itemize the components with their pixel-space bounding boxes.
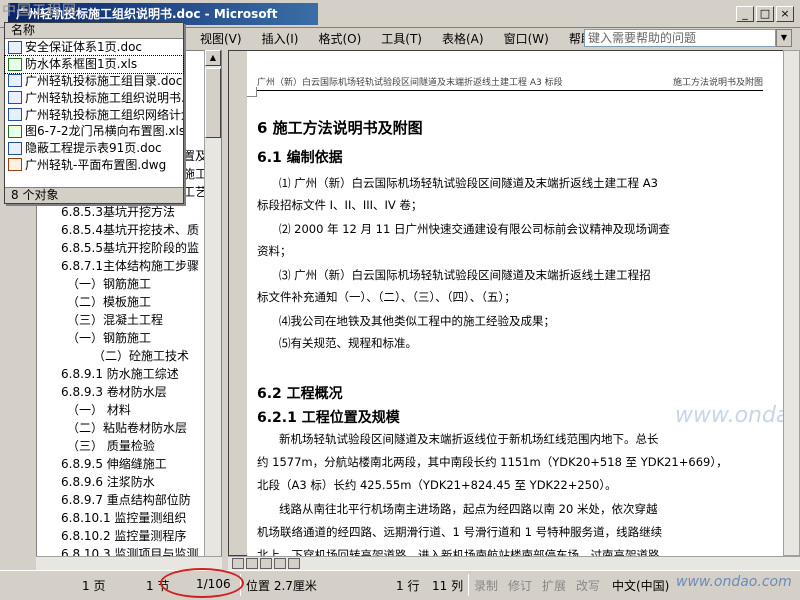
- menu-table[interactable]: 表格(A): [432, 30, 494, 47]
- word-doc-icon: [8, 40, 22, 54]
- body-text: 线路从南往北平行机场南主进场路，起点为经四路以南 20 米处，依次穿越: [279, 502, 658, 516]
- chevron-down-icon[interactable]: ▼: [776, 29, 792, 47]
- file-item[interactable]: 图6-7-2龙门吊横向布置图.xls: [5, 123, 183, 140]
- status-column: 11 列: [432, 579, 464, 593]
- menu-window[interactable]: 窗口(W): [494, 30, 559, 47]
- reading-view-icon[interactable]: [288, 558, 300, 569]
- nav-item[interactable]: 6.8.9.6 注浆防水: [61, 473, 155, 490]
- status-overtype[interactable]: 改写: [576, 577, 600, 594]
- body-text: ⑷我公司在地铁及其他类似工程中的施工经验及成果；: [279, 314, 555, 328]
- page-header-right: 施工方法说明书及附图: [672, 78, 763, 88]
- page-header-left: 广州（新）白云国际机场轻轨试验段区间隧道及末端折返线土建工程 A3 标段: [257, 78, 563, 88]
- body-text: ⑴ 广州（新）白云国际机场轻轨试验段区间隧道及末端折返线土建工程 A3: [279, 176, 658, 190]
- body-text: 北段（A3 标）长约 425.55m（YDK21+824.45 至 YDK22+…: [257, 478, 617, 492]
- nav-item[interactable]: （一）钢筋施工: [67, 275, 151, 292]
- scroll-up-icon[interactable]: ▲: [205, 50, 221, 66]
- document-horizontal-scrollbar[interactable]: [228, 556, 800, 570]
- status-record[interactable]: 录制: [474, 577, 498, 594]
- maximize-button[interactable]: □: [756, 6, 774, 22]
- nav-item[interactable]: 6.8.9.1 防水施工综述: [61, 365, 179, 382]
- word-doc-icon: [8, 91, 22, 105]
- menu-format[interactable]: 格式(O): [308, 30, 371, 47]
- body-text: 资料；: [257, 244, 292, 258]
- word-doc-icon: [8, 141, 22, 155]
- nav-item[interactable]: 6.8.9.5 伸缩缝施工: [61, 455, 167, 472]
- nav-item[interactable]: （二）粘贴卷材防水层: [67, 419, 187, 436]
- document-vertical-scrollbar[interactable]: [783, 50, 800, 556]
- nav-item[interactable]: （二）模板施工: [67, 293, 151, 310]
- body-text: ⑶ 广州（新）白云国际机场轻轨试验段区间隧道及末端折返线土建工程招: [279, 268, 651, 282]
- heading-6: 6 施工方法说明书及附图: [257, 119, 423, 137]
- status-line: 1 行: [396, 579, 420, 593]
- file-item[interactable]: 广州轻轨-平面布置图.dwg: [5, 157, 183, 174]
- page-watermark: www.ondao.com: [675, 403, 783, 428]
- vertical-ruler: [229, 51, 249, 555]
- nav-item[interactable]: 6.8.9.7 重点结构部位防: [61, 491, 191, 508]
- excel-file-icon: [8, 57, 22, 71]
- menu-insert[interactable]: 插入(I): [252, 30, 309, 47]
- word-doc-icon: [8, 108, 22, 122]
- file-item-selected[interactable]: 防水体系框图1页.xls: [4, 54, 184, 74]
- nav-vertical-scrollbar[interactable]: ▲: [204, 50, 221, 556]
- document-area: 广州（新）白云国际机场轻轨试验段区间隧道及末端折返线土建工程 A3 标段 施工方…: [228, 50, 783, 557]
- file-list-popup: 名称 安全保证体系1页.doc 防水体系框图1页.xls 广州轻轨投标施工组目录…: [4, 22, 184, 204]
- close-button[interactable]: ×: [776, 6, 794, 22]
- scroll-thumb[interactable]: [205, 68, 221, 138]
- nav-item[interactable]: 6.8.5.5基坑开挖阶段的监: [61, 239, 199, 256]
- heading-6-1: 6.1 编制依据: [257, 150, 343, 166]
- file-item[interactable]: 广州轻轨投标施工组织网络计划.doc: [5, 106, 183, 123]
- status-page: 1 页: [82, 579, 106, 593]
- nav-item[interactable]: 6.8.9.3 卷材防水层: [61, 383, 167, 400]
- web-view-icon[interactable]: [246, 558, 258, 569]
- corner-mark: [247, 87, 257, 97]
- body-text: 标文件补充通知（一）、（二）、（三）、（四）、（五）；: [257, 290, 516, 304]
- nav-item[interactable]: 6.8.7.1主体结构施工步骤: [61, 257, 199, 274]
- page-header: 广州（新）白云国际机场轻轨试验段区间隧道及末端折返线土建工程 A3 标段 施工方…: [257, 75, 763, 91]
- print-view-icon[interactable]: [260, 558, 272, 569]
- nav-item[interactable]: （三） 质量检验: [67, 437, 155, 454]
- status-track-changes[interactable]: 修订: [508, 577, 532, 594]
- nav-item[interactable]: （一） 材料: [67, 401, 131, 418]
- excel-file-icon: [8, 124, 22, 138]
- body-text: ⑸有关规范、规程和标准。: [279, 336, 417, 350]
- body-text: 新机场轻轨试验段区间隧道及末端折返线位于新机场红线范围内地下。总长: [279, 432, 659, 446]
- status-position: 位置 2.7厘米: [246, 579, 317, 593]
- nav-item[interactable]: 6.8.5.3基坑开挖方法: [61, 203, 175, 220]
- file-item[interactable]: 广州轻轨投标施工组织说明书.doc: [5, 89, 183, 106]
- document-page[interactable]: 广州（新）白云国际机场轻轨试验段区间隧道及末端折返线土建工程 A3 标段 施工方…: [247, 51, 783, 557]
- body-text: 标段招标文件 I、II、III、IV 卷；: [257, 198, 423, 212]
- nav-item[interactable]: 6.8.5.4基坑开挖技术、质: [61, 221, 199, 238]
- menu-view[interactable]: 视图(V): [190, 30, 252, 47]
- nav-item[interactable]: 6.8.10.1 监控量测组织: [61, 509, 186, 526]
- nav-item[interactable]: （一）钢筋施工: [67, 329, 151, 346]
- site-watermark: 中国工程网: [2, 3, 77, 19]
- minimize-button[interactable]: _: [736, 6, 754, 22]
- column-header-name[interactable]: 名称: [5, 23, 183, 39]
- body-text: ⑵ 2000 年 12 月 11 日广州快速交通建设有限公司标前会议精神及现场调…: [279, 222, 670, 236]
- site-watermark-bottom: www.ondao.com: [676, 574, 792, 590]
- heading-6-2: 6.2 工程概况: [257, 386, 343, 402]
- body-text: 机场联络通道的经四路、远期滑行道、1 号滑行道和 1 号特种服务道，线路继续: [257, 525, 663, 539]
- status-extend[interactable]: 扩展: [542, 577, 566, 594]
- file-item[interactable]: 广州轻轨投标施工组目录.doc: [5, 73, 183, 90]
- nav-item[interactable]: （二）砼施工技术: [93, 347, 189, 364]
- file-item[interactable]: 安全保证体系1页.doc: [5, 39, 183, 56]
- outline-view-icon[interactable]: [274, 558, 286, 569]
- normal-view-icon[interactable]: [232, 558, 244, 569]
- word-doc-icon: [8, 74, 22, 88]
- help-search-input[interactable]: 键入需要帮助的问题: [584, 29, 776, 47]
- nav-item[interactable]: （三）混凝土工程: [67, 311, 163, 328]
- object-count: 8 个对象: [5, 187, 183, 203]
- status-language: 中文(中国): [612, 579, 670, 593]
- red-circle-annotation: [160, 568, 244, 598]
- body-text: 约 1577m，分航站楼南北两段，其中南段长约 1151m（YDK20+518 …: [257, 455, 728, 469]
- nav-item[interactable]: 6.8.10.2 监控量测程序: [61, 527, 186, 544]
- cad-file-icon: [8, 158, 22, 172]
- heading-6-2-1: 6.2.1 工程位置及规模: [257, 410, 400, 426]
- menu-tools[interactable]: 工具(T): [371, 30, 432, 47]
- file-item[interactable]: 隐蔽工程提示表91页.doc: [5, 140, 183, 157]
